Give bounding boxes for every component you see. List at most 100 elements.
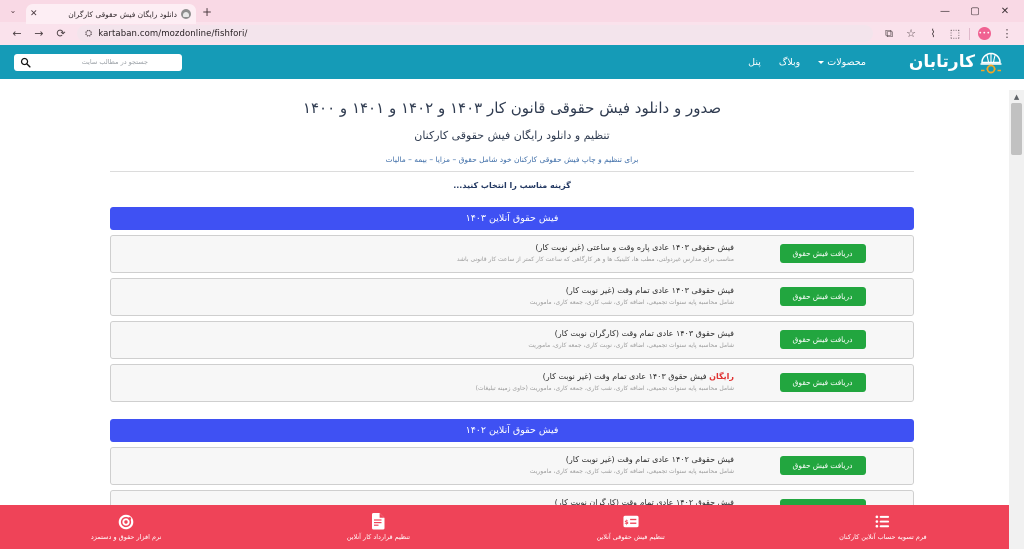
section-1403: فیش حقوق آنلاین ۱۴۰۳ دریافت فیش حقوق فیش…	[110, 206, 914, 402]
row-button-cell: دریافت فیش حقوق	[740, 373, 905, 392]
helmet-gear-icon	[980, 52, 1002, 74]
nav-item-label: محصولات	[827, 56, 866, 68]
get-payslip-button[interactable]: دریافت فیش حقوق	[779, 244, 866, 263]
row-text: فیش حقوقی ۱۴۰۲ عادی تمام وقت (غیر نوبت ک…	[111, 454, 740, 477]
nav-item-label: وبلاگ	[778, 56, 801, 68]
list-icon	[874, 513, 891, 530]
scrollbar-thumb[interactable]	[1011, 103, 1022, 155]
extensions-icon[interactable]: ⌇	[922, 23, 944, 45]
main-content: صدور و دانلود فیش حقوقی قانون کار ۱۴۰۳ و…	[0, 97, 1024, 549]
row-title-text: فیش حقوق ۱۴۰۳ عادی تمام وقت (غیر نوبت کا…	[542, 372, 707, 382]
browser-window: ⌄ دانلود رایگان فیش حقوقی کارگران ✕ + — …	[0, 0, 1024, 549]
row-button-cell: دریافت فیش حقوق	[740, 330, 905, 349]
disc-icon	[118, 513, 135, 530]
row-title: فیش حقوقی ۱۴۰۳ عادی تمام وقت (غیر نوبت ک…	[565, 286, 734, 296]
back-icon[interactable]: ←	[6, 23, 28, 45]
avatar[interactable]: •••	[978, 27, 991, 40]
bookmark-star-icon[interactable]: ☆	[900, 23, 922, 45]
browser-toolbar: ← → ⟳ ⛭ kartaban.com/mozdonline/fishfori…	[0, 22, 1024, 45]
get-payslip-button[interactable]: دریافت فیش حقوق	[779, 373, 866, 392]
svg-text:$: $	[624, 519, 628, 526]
choose-option-text: گزینه مناسب را انتخاب کنید...	[453, 180, 571, 190]
page-viewport: کارتابان محصولات وبلاگ پنل جستجو در مطال…	[0, 45, 1024, 549]
new-tab-button[interactable]: +	[196, 2, 218, 22]
get-payslip-button[interactable]: دریافت فیش حقوق	[779, 456, 866, 475]
row-description: شامل محاسبه پایه سنوات تجمیعی، اضافه کار…	[528, 342, 734, 350]
scroll-up-arrow[interactable]: ▲	[1009, 90, 1024, 103]
payslip-row[interactable]: دریافت فیش حقوق فیش حقوقی ۱۴۰۳ عادی پاره…	[110, 234, 914, 273]
row-description: مناسب برای مدارس غیردولتی، مطب ها، کلینی…	[456, 256, 734, 264]
site-logo[interactable]: کارتابان	[908, 50, 1004, 74]
search-container: جستجو در مطالب سایت	[14, 53, 182, 71]
bottom-item-label: تنظیم قرارداد کار آنلاین	[346, 533, 411, 541]
maximize-button[interactable]: ▢	[960, 0, 990, 22]
site-nav: محصولات وبلاگ پنل	[748, 57, 866, 68]
bottom-item-label: فرم تسویه حساب آنلاین کارکنان	[839, 533, 927, 541]
close-icon[interactable]: ✕	[30, 9, 38, 19]
section-header: فیش حقوق آنلاین ۱۴۰۳	[110, 206, 914, 230]
nav-item-products[interactable]: محصولات	[818, 57, 866, 68]
profile-icon[interactable]: ⬚	[944, 23, 966, 45]
tab-search-button[interactable]: ⌄	[0, 0, 26, 22]
row-text: فیش حقوق ۱۴۰۳ عادی تمام وقت (کارگران نوب…	[111, 328, 740, 351]
row-description: شامل محاسبه پایه سنوات تجمیعی، اضافه کار…	[475, 385, 734, 393]
payslip-row[interactable]: دریافت فیش حقوق فیش حقوق ۱۴۰۳ عادی تمام …	[110, 320, 914, 359]
window-controls: — ▢ ✕	[930, 0, 1020, 22]
payslip-row[interactable]: دریافت فیش حقوق رایگان فیش حقوق ۱۴۰۳ عاد…	[110, 363, 914, 402]
page-subtitle: تنظیم و دانلود رایگان فیش حقوقی کارکنان	[414, 128, 610, 142]
logo-text: کارتابان	[908, 51, 976, 72]
row-text: رایگان فیش حقوق ۱۴۰۳ عادی تمام وقت (غیر …	[111, 371, 740, 394]
document-icon	[370, 513, 387, 530]
payslip-row[interactable]: دریافت فیش حقوق فیش حقوقی ۱۴۰۲ عادی تمام…	[110, 446, 914, 485]
bottom-action-bar: فرم تسویه حساب آنلاین کارکنان $ تنظیم فی…	[0, 505, 1009, 549]
search-input-placeholder[interactable]: جستجو در مطالب سایت	[36, 58, 176, 66]
free-badge: رایگان	[709, 372, 734, 382]
row-description: شامل محاسبه پایه سنوات تجمیعی، اضافه کار…	[529, 299, 734, 307]
site-settings-icon[interactable]: ⛭	[85, 29, 92, 39]
forward-icon[interactable]: →	[28, 23, 50, 45]
browser-tab[interactable]: دانلود رایگان فیش حقوقی کارگران ✕	[26, 4, 196, 24]
reload-icon[interactable]: ⟳	[50, 23, 72, 45]
browser-menu-icon[interactable]: ⋮	[996, 23, 1018, 45]
nav-item-blog[interactable]: وبلاگ	[779, 57, 800, 68]
split-view-icon[interactable]: ⧉	[878, 23, 900, 45]
page-note-link[interactable]: برای تنظیم و چاپ فیش حقوقی کارکنان خود ش…	[110, 155, 914, 164]
row-description: شامل محاسبه پایه سنوات تجمیعی، اضافه کار…	[529, 468, 734, 476]
row-text: فیش حقوقی ۱۴۰۳ عادی پاره وقت و ساعتی (غی…	[111, 242, 740, 265]
section-header: فیش حقوق آنلاین ۱۴۰۲	[110, 418, 914, 442]
toolbar-right-actions: ⧉ ☆ ⌇ ⬚ ••• ⋮	[878, 23, 1018, 45]
toolbar-divider	[969, 27, 970, 40]
tab-strip: ⌄ دانلود رایگان فیش حقوقی کارگران ✕ + — …	[0, 0, 1024, 24]
row-title: فیش حقوق ۱۴۰۳ عادی تمام وقت (کارگران نوب…	[554, 329, 734, 339]
row-title: رایگان فیش حقوق ۱۴۰۳ عادی تمام وقت (غیر …	[111, 371, 734, 382]
bottom-item-label: نرم افزار حقوق و دستمزد	[90, 533, 162, 541]
bottom-item-contract[interactable]: تنظیم قرارداد کار آنلاین	[252, 505, 504, 549]
nav-item-panel[interactable]: پنل	[748, 57, 761, 68]
search-icon	[20, 57, 31, 68]
bottom-item-label: تنظیم فیش حقوقی آنلاین	[596, 533, 665, 541]
payslip-row[interactable]: دریافت فیش حقوق فیش حقوقی ۱۴۰۳ عادی تمام…	[110, 277, 914, 316]
close-window-button[interactable]: ✕	[990, 0, 1020, 22]
minimize-button[interactable]: —	[930, 0, 960, 22]
bottom-item-payslip[interactable]: $ تنظیم فیش حقوقی آنلاین	[505, 505, 757, 549]
page-title: صدور و دانلود فیش حقوقی قانون کار ۱۴۰۳ و…	[302, 99, 722, 117]
address-bar[interactable]: ⛭ kartaban.com/mozdonline/fishfori/	[77, 25, 873, 42]
row-title: فیش حقوقی ۱۴۰۳ عادی پاره وقت و ساعتی (غی…	[535, 243, 734, 253]
row-button-cell: دریافت فیش حقوق	[740, 244, 905, 263]
site-header: کارتابان محصولات وبلاگ پنل جستجو در مطال…	[0, 45, 1024, 79]
tab-title: دانلود رایگان فیش حقوقی کارگران	[68, 9, 177, 19]
nav-item-label: پنل	[748, 56, 761, 68]
chevron-down-icon	[818, 60, 825, 64]
bottom-item-payroll-software[interactable]: نرم افزار حقوق و دستمزد	[0, 505, 252, 549]
row-button-cell: دریافت فیش حقوق	[740, 456, 905, 475]
get-payslip-button[interactable]: دریافت فیش حقوق	[779, 330, 866, 349]
chevron-down-icon: ⌄	[9, 6, 17, 15]
page-scrollbar[interactable]: ▲ ▼	[1009, 90, 1024, 549]
favicon	[181, 9, 191, 19]
url-text: kartaban.com/mozdonline/fishfori/	[98, 28, 248, 39]
payslip-icon: $	[622, 513, 639, 530]
search-box[interactable]: جستجو در مطالب سایت	[14, 53, 182, 71]
bottom-item-settlement-form[interactable]: فرم تسویه حساب آنلاین کارکنان	[757, 505, 1009, 549]
row-button-cell: دریافت فیش حقوق	[740, 287, 905, 306]
get-payslip-button[interactable]: دریافت فیش حقوق	[779, 287, 866, 306]
